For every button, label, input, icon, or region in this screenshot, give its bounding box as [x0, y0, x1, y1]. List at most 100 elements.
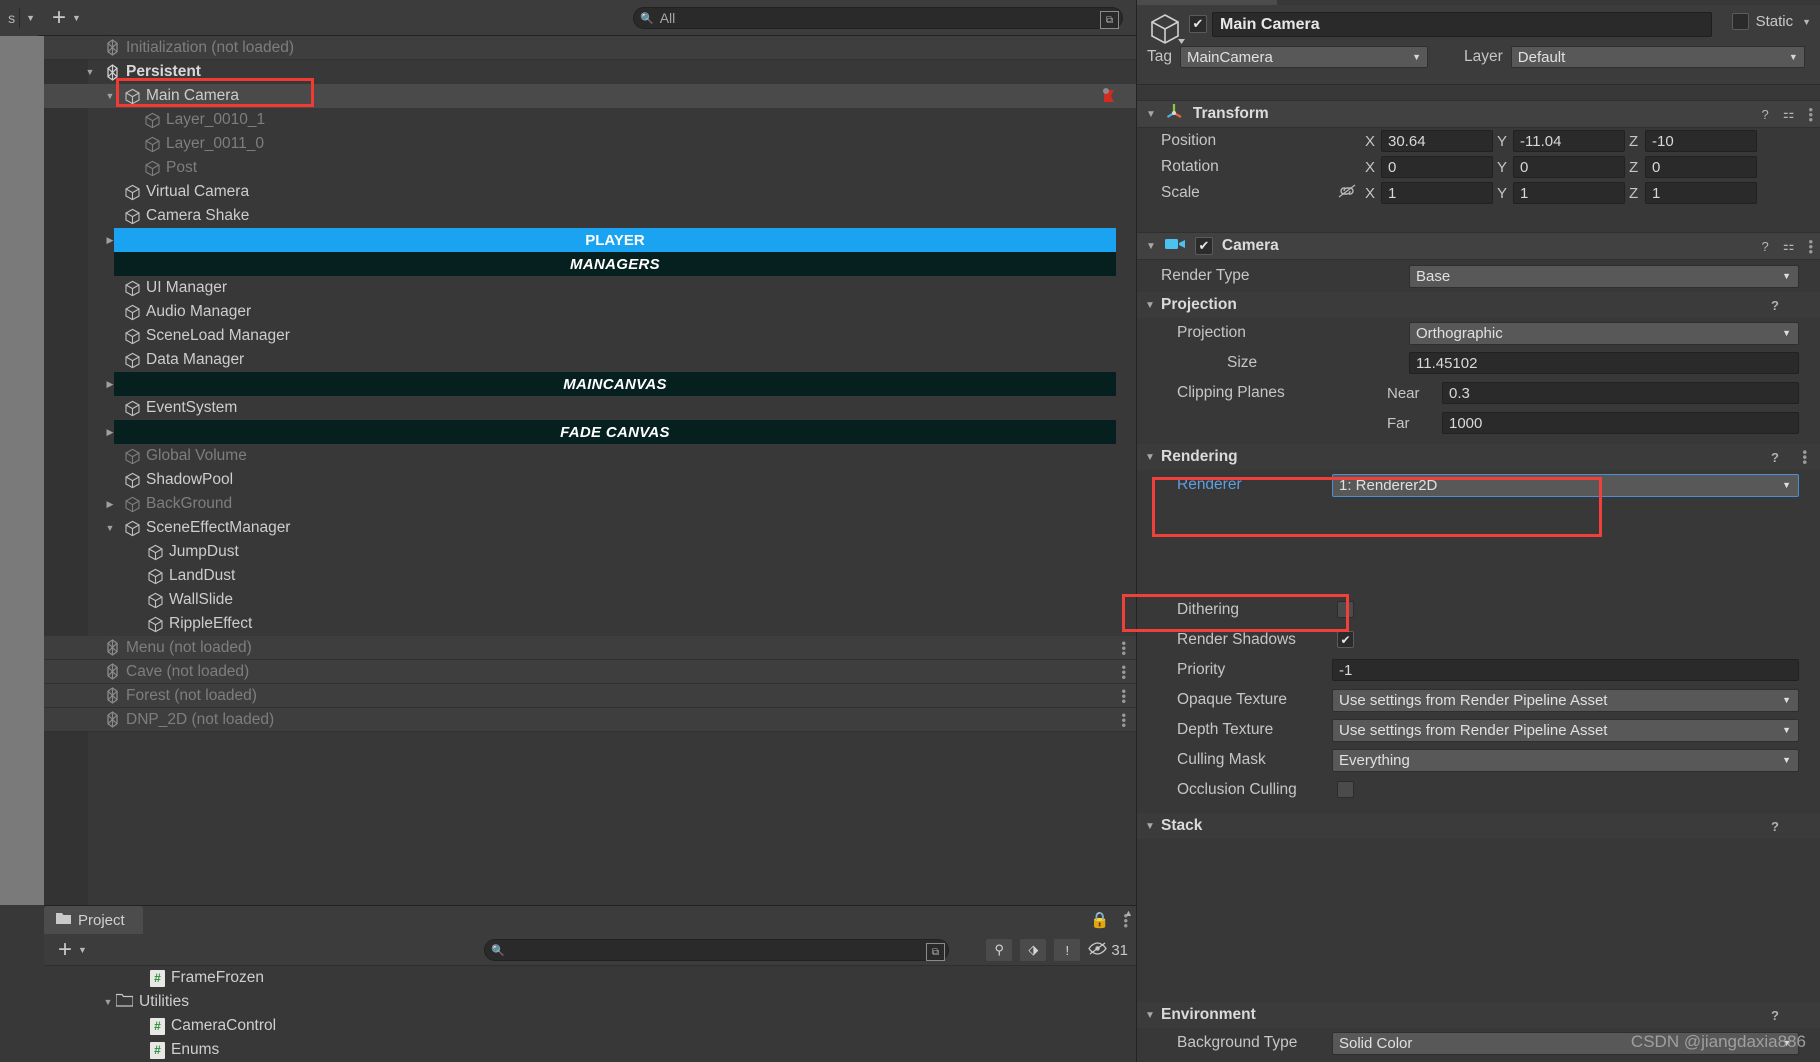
hierarchy-row[interactable]: Menu (not loaded) • • • — [44, 636, 1136, 660]
hierarchy-scene-selector[interactable]: s ▼ — [0, 0, 38, 36]
hierarchy-row[interactable]: Cave (not loaded) • • • — [44, 660, 1136, 684]
project-row[interactable]: # CameraControl — [44, 1014, 1136, 1038]
render-type-dropdown[interactable]: Base ▼ — [1409, 264, 1799, 288]
chevron-down-icon[interactable]: ▼ — [1802, 17, 1811, 27]
stack-section-header[interactable]: ▼ Stack ? — [1137, 813, 1820, 839]
chevron-down-icon[interactable]: ▼ — [100, 997, 116, 1007]
chevron-down-icon[interactable]: ▼ — [82, 67, 98, 77]
object-picker-icon[interactable]: ⧉ — [926, 943, 945, 961]
hierarchy-row[interactable]: Layer_0011_0 — [44, 132, 1136, 156]
transform-rotation-y-input[interactable]: 0 — [1513, 156, 1625, 178]
help-icon[interactable]: ? — [1771, 819, 1779, 834]
hierarchy-row[interactable]: Layer_0010_1 — [44, 108, 1136, 132]
transform-scale-x-input[interactable]: 1 — [1381, 182, 1493, 204]
hierarchy-row[interactable]: SceneLoad Manager — [44, 324, 1136, 348]
gameobject-enabled-checkbox[interactable]: ✔ — [1189, 15, 1207, 33]
dithering-checkbox[interactable] — [1337, 601, 1354, 618]
chevron-down-icon[interactable]: ▼ — [102, 91, 118, 101]
scene-menu-icon[interactable]: • • • — [1121, 684, 1126, 707]
more-menu-icon[interactable]: • • • — [1802, 446, 1807, 469]
hierarchy-row[interactable]: Initialization (not loaded) — [44, 36, 1136, 60]
transform-scale-z-input[interactable]: 1 — [1645, 182, 1757, 204]
priority-input[interactable]: -1 — [1332, 659, 1799, 681]
tag-dropdown[interactable]: MainCamera ▼ — [1180, 46, 1428, 68]
hierarchy-search-input[interactable]: 🔍 All ⧉ — [633, 7, 1123, 29]
transform-scale-y-input[interactable]: 1 — [1513, 182, 1625, 204]
more-menu-icon[interactable]: • • • — [1808, 103, 1813, 126]
render-shadows-checkbox[interactable]: ✔ — [1337, 631, 1354, 648]
hierarchy-row[interactable]: ▶ BackGround — [44, 492, 1136, 516]
help-icon[interactable]: ? — [1771, 1008, 1779, 1023]
hierarchy-row[interactable]: Global Volume — [44, 444, 1136, 468]
project-add-button[interactable]: + ▼ — [58, 937, 87, 961]
depth-texture-dropdown[interactable]: Use settings from Render Pipeline Asset … — [1332, 718, 1799, 742]
static-toggle[interactable]: Static ▼ — [1731, 13, 1811, 30]
hierarchy-add-button[interactable]: + ▼ — [52, 5, 81, 29]
hierarchy-scrollbar[interactable] — [0, 36, 44, 905]
transform-position-z-input[interactable]: -10 — [1645, 130, 1757, 152]
far-input[interactable]: 1000 — [1442, 412, 1799, 434]
hierarchy-row[interactable]: EventSystem — [44, 396, 1136, 420]
chevron-right-icon[interactable]: ▶ — [102, 499, 118, 510]
occlusion-culling-checkbox[interactable] — [1337, 781, 1354, 798]
more-menu-icon[interactable]: • • • — [1808, 235, 1813, 258]
near-input[interactable]: 0.3 — [1442, 382, 1799, 404]
project-row[interactable]: # FrameFrozen — [44, 966, 1136, 990]
project-scrollbar[interactable]: ▲ — [1123, 908, 1134, 1000]
hierarchy-row[interactable]: JumpDust — [44, 540, 1136, 564]
transform-rotation-z-input[interactable]: 0 — [1645, 156, 1757, 178]
transform-position-y-input[interactable]: -11.04 — [1513, 130, 1625, 152]
transform-position-x-input[interactable]: 30.64 — [1381, 130, 1493, 152]
hierarchy-row[interactable]: Post — [44, 156, 1136, 180]
help-icon[interactable]: ? — [1771, 450, 1779, 465]
hierarchy-row[interactable]: Forest (not loaded) • • • — [44, 684, 1136, 708]
hierarchy-row[interactable]: DNP_2D (not loaded) • • • — [44, 708, 1136, 732]
project-row[interactable]: ▼ Utilities — [44, 990, 1136, 1014]
chevron-down-icon[interactable]: ▼ — [1146, 109, 1156, 120]
culling-mask-dropdown[interactable]: Everything ▼ — [1332, 748, 1799, 772]
chevron-down-icon[interactable]: ▼ — [1146, 241, 1156, 252]
scene-menu-icon[interactable]: • • • — [1121, 660, 1126, 683]
rendering-section-header[interactable]: ▼ Rendering ? • • • — [1137, 444, 1820, 470]
hierarchy-row[interactable]: MANAGERS — [44, 252, 1136, 276]
chevron-down-icon[interactable]: ▼ — [1145, 300, 1155, 311]
hierarchy-row[interactable]: ShadowPool — [44, 468, 1136, 492]
transform-rotation-x-input[interactable]: 0 — [1381, 156, 1493, 178]
scale-link-icon[interactable] — [1337, 184, 1357, 202]
filter-by-type-icon[interactable]: ⚲ — [986, 939, 1013, 961]
static-checkbox[interactable] — [1731, 13, 1749, 30]
hierarchy-banner-row[interactable]: PLAYER — [114, 228, 1116, 252]
tab-project[interactable]: Project — [44, 906, 143, 934]
transform-header[interactable]: ▼ Transform ? ⚏ • • • — [1137, 100, 1820, 128]
help-icon[interactable]: ? — [1771, 298, 1779, 313]
size-input[interactable]: 11.45102 — [1409, 352, 1799, 374]
layer-dropdown[interactable]: Default ▼ — [1510, 46, 1805, 68]
hierarchy-banner-row[interactable]: FADE CANVAS — [114, 420, 1116, 444]
gameobject-name-input[interactable]: Main Camera — [1212, 12, 1712, 37]
hierarchy-row[interactable]: ▶ PLAYER — [44, 228, 1136, 252]
hierarchy-row[interactable]: ▼ Main Camera — [44, 84, 1136, 108]
hierarchy-row[interactable]: Virtual Camera — [44, 180, 1136, 204]
chevron-down-icon[interactable]: ▼ — [1145, 452, 1155, 463]
error-filter-icon[interactable]: ! — [1054, 939, 1081, 961]
hierarchy-banner-row[interactable]: MAINCANVAS — [114, 372, 1116, 396]
camera-header[interactable]: ▼ ✔ Camera ? ⚏ • • • — [1137, 232, 1820, 260]
hierarchy-row[interactable]: ▶ FADE CANVAS — [44, 420, 1136, 444]
preset-icon[interactable]: ⚏ — [1783, 106, 1795, 122]
scroll-up-arrow[interactable]: ▲ — [1123, 908, 1134, 918]
renderer-dropdown[interactable]: 1: Renderer2D ▼ — [1332, 473, 1799, 497]
scene-menu-icon[interactable]: • • • — [1121, 636, 1126, 659]
scene-menu-icon[interactable]: • • • — [1121, 708, 1126, 731]
camera-enabled-checkbox[interactable]: ✔ — [1194, 237, 1213, 255]
projection-dropdown[interactable]: Orthographic ▼ — [1409, 321, 1799, 345]
hierarchy-row[interactable]: ▶ MAINCANVAS — [44, 372, 1136, 396]
filter-by-label-icon[interactable]: ⬗ — [1020, 939, 1047, 961]
chevron-down-icon[interactable]: ▼ — [1145, 821, 1155, 832]
preset-icon[interactable]: ⚏ — [1783, 238, 1795, 254]
lock-icon[interactable]: 🔒 — [1090, 911, 1109, 930]
hierarchy-row[interactable]: Audio Manager — [44, 300, 1136, 324]
hierarchy-row[interactable]: RippleEffect — [44, 612, 1136, 636]
opaque-texture-dropdown[interactable]: Use settings from Render Pipeline Asset … — [1332, 688, 1799, 712]
environment-section-header[interactable]: ▼ Environment ? — [1137, 1002, 1820, 1028]
hierarchy-row[interactable]: Camera Shake — [44, 204, 1136, 228]
